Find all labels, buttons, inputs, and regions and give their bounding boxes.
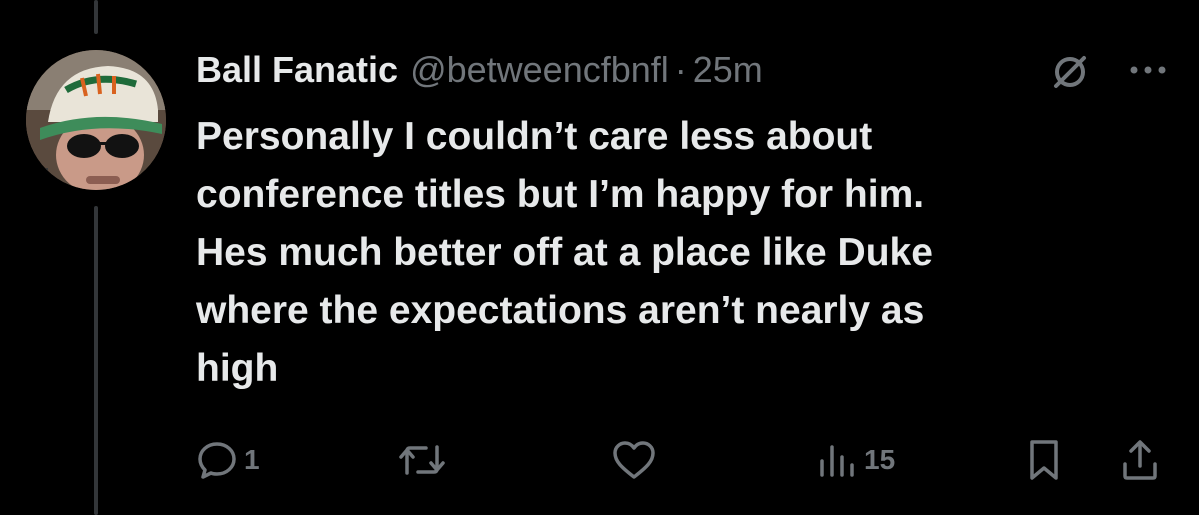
views-icon bbox=[818, 439, 858, 481]
views-count: 15 bbox=[864, 444, 896, 475]
separator-dot: · bbox=[674, 49, 687, 90]
thread-line-top bbox=[94, 0, 98, 34]
tweet-header: Ball Fanatic @betweencfbnfl · 25m bbox=[196, 48, 763, 92]
action-bar: 1 15 bbox=[0, 432, 1199, 488]
avatar[interactable] bbox=[26, 50, 166, 190]
grok-icon[interactable] bbox=[1050, 52, 1090, 92]
views-button[interactable]: 15 bbox=[818, 432, 895, 488]
reply-count: 1 bbox=[244, 444, 260, 475]
bookmark-icon bbox=[1026, 438, 1062, 482]
timestamp[interactable]: 25m bbox=[693, 49, 763, 91]
share-icon bbox=[1120, 438, 1160, 482]
author-handle[interactable]: @betweencfbnfl bbox=[410, 49, 669, 91]
retweet-icon bbox=[398, 439, 446, 481]
share-button[interactable] bbox=[1120, 432, 1160, 488]
author-name[interactable]: Ball Fanatic bbox=[196, 49, 398, 91]
retweet-button[interactable] bbox=[398, 432, 446, 488]
reply-button[interactable]: 1 bbox=[196, 432, 260, 488]
bookmark-button[interactable] bbox=[1026, 432, 1062, 488]
heart-icon bbox=[611, 439, 657, 481]
like-button[interactable] bbox=[611, 432, 657, 488]
reply-icon bbox=[196, 439, 238, 481]
more-icon[interactable] bbox=[1126, 52, 1170, 88]
tweet-text: Personally I couldn’t care less about co… bbox=[196, 115, 933, 390]
avatar-image bbox=[26, 50, 166, 190]
